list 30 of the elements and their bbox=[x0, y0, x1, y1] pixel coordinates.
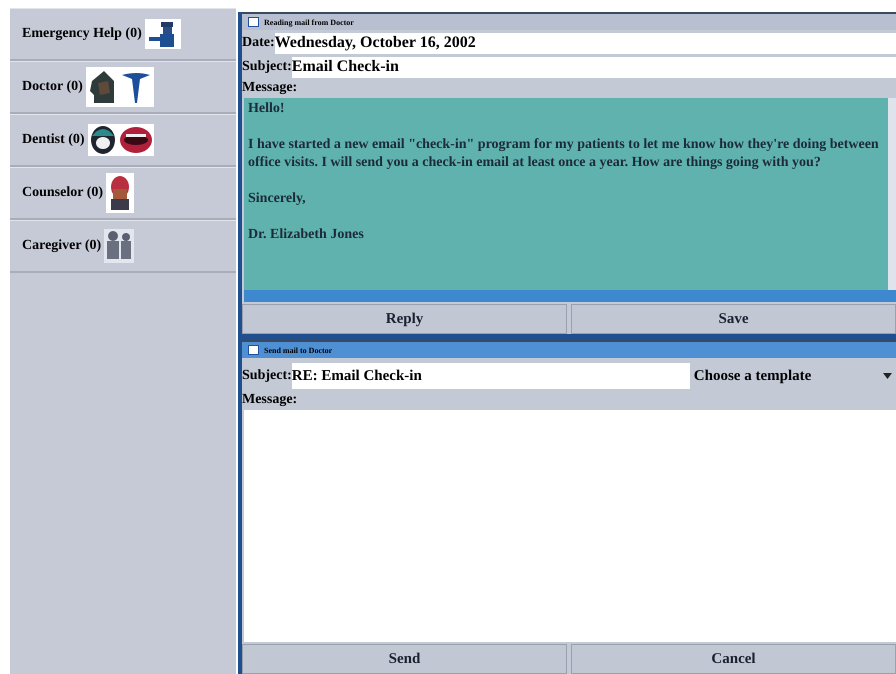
vertical-scrollbar[interactable] bbox=[888, 98, 896, 290]
subject-field[interactable]: Email Check-in bbox=[292, 56, 896, 78]
action-button[interactable]: Save bbox=[571, 304, 896, 334]
horizontal-scrollbar[interactable] bbox=[244, 290, 896, 302]
action-button[interactable]: Reply bbox=[242, 304, 567, 334]
window-title: Send mail to Doctor bbox=[264, 346, 332, 354]
date-field[interactable]: Wednesday, October 16, 2002 bbox=[274, 32, 896, 54]
window-title: Reading mail from Doctor bbox=[264, 18, 354, 26]
contact-item[interactable]: Counselor (0) bbox=[10, 167, 236, 220]
caret-icon bbox=[883, 373, 892, 379]
field-label: Message: bbox=[242, 79, 298, 97]
contact-item[interactable]: Doctor (0) bbox=[10, 61, 236, 114]
person-icon bbox=[106, 173, 134, 213]
contact-item[interactable]: Emergency Help (0) bbox=[10, 8, 236, 61]
message-text: Hello! I have started a new email "check-in" program for my patients to let me know how they're doing between office visits. I will send you a check-in email at least once a year. How are things going with you? Sincerely, Dr. Elizabeth Jones bbox=[247, 100, 880, 244]
field-label: Subject: bbox=[242, 368, 292, 384]
message-field[interactable] bbox=[244, 410, 896, 642]
field-label: Message: bbox=[242, 391, 298, 409]
caregiver-icon bbox=[104, 229, 134, 263]
subject-field[interactable]: RE: Email Check-in bbox=[292, 363, 690, 389]
action-button[interactable]: Send bbox=[242, 644, 567, 674]
dentist-and-mouth-icon bbox=[88, 124, 154, 156]
field-label: Subject: bbox=[242, 59, 292, 75]
action-button[interactable]: Cancel bbox=[571, 644, 896, 674]
field-label: Date: bbox=[242, 35, 275, 50]
window-icon bbox=[248, 345, 259, 355]
template-dropdown[interactable]: Choose a template bbox=[690, 363, 896, 389]
contact-item[interactable]: Dentist (0) bbox=[10, 114, 236, 167]
contact-item[interactable]: Caregiver (0) bbox=[10, 220, 236, 273]
window-icon bbox=[248, 17, 259, 27]
